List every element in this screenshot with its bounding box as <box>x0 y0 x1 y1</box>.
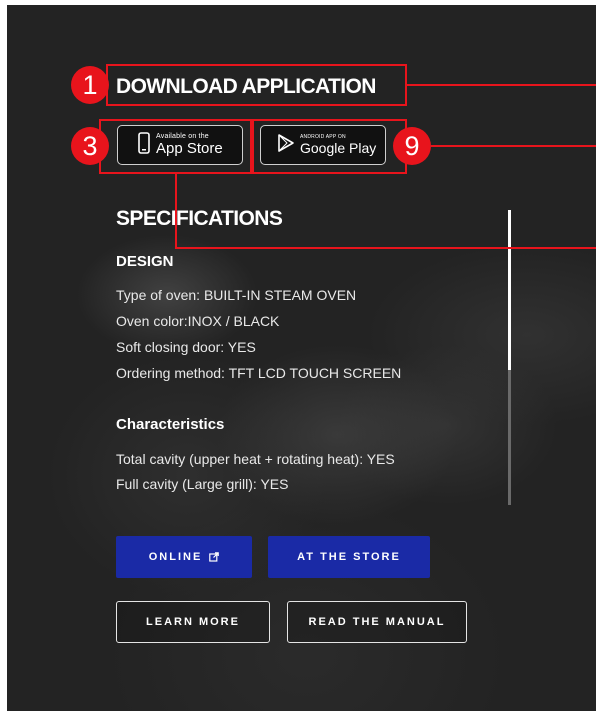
spec-line: Type of oven: BUILT-IN STEAM OVEN <box>116 287 357 303</box>
spec-line: Total cavity (upper heat + rotating heat… <box>116 451 395 467</box>
annotation-line-9 <box>431 145 596 147</box>
at-the-store-button[interactable]: AT THE STORE <box>268 536 430 578</box>
specs-scrollbar-thumb[interactable] <box>508 210 511 370</box>
annotation-box-google-play <box>252 119 407 174</box>
at-the-store-button-label: AT THE STORE <box>297 551 401 563</box>
learn-more-button-label: LEARN MORE <box>146 616 240 628</box>
spec-line: Soft closing door: YES <box>116 339 256 355</box>
design-heading: DESIGN <box>116 253 174 270</box>
annotation-line-3-horizontal <box>175 247 596 249</box>
characteristics-heading: Characteristics <box>116 416 225 433</box>
spec-line: Ordering method: TFT LCD TOUCH SCREEN <box>116 365 402 381</box>
specifications-title: SPECIFICATIONS <box>116 207 283 230</box>
annotation-box-app-store <box>99 119 252 174</box>
read-the-manual-button[interactable]: READ THE MANUAL <box>287 601 467 643</box>
annotation-badge-9: 9 <box>393 127 431 165</box>
annotation-badge-1: 1 <box>71 66 109 104</box>
spec-line: Oven color:INOX / BLACK <box>116 313 280 329</box>
annotation-line-3-vertical <box>175 174 177 249</box>
annotation-box-download-title <box>106 64 407 106</box>
annotation-badge-3: 3 <box>71 127 109 165</box>
product-panel: DOWNLOAD APPLICATION Available on the Ap… <box>7 5 596 711</box>
annotation-line-1 <box>407 84 596 86</box>
online-button[interactable]: ONLINE <box>116 536 252 578</box>
spec-line: Full cavity (Large grill): YES <box>116 476 289 492</box>
external-link-icon <box>209 552 220 562</box>
online-button-label: ONLINE <box>148 551 203 563</box>
learn-more-button[interactable]: LEARN MORE <box>116 601 270 643</box>
read-the-manual-button-label: READ THE MANUAL <box>308 616 446 628</box>
